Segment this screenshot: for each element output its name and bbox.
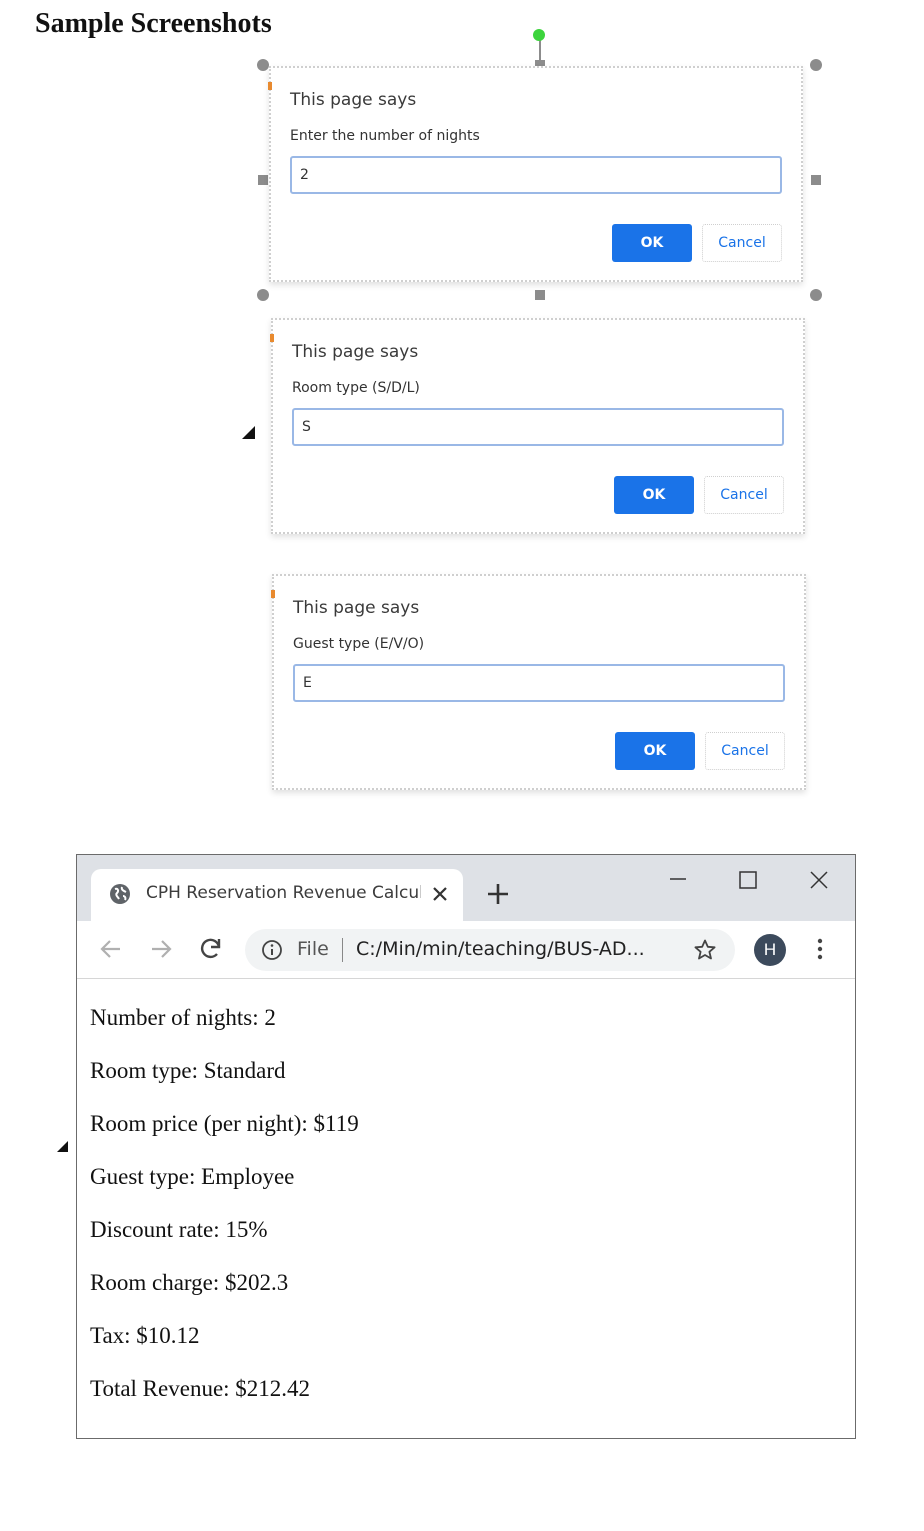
output-line-room-price: Room price (per night): $119	[90, 1111, 359, 1136]
tab-strip: CPH Reservation Revenue Calcula	[77, 855, 855, 921]
anchor-marker-icon	[57, 1141, 68, 1152]
dialog-title: This page says	[293, 598, 420, 618]
dialog-message: Room type (S/D/L)	[292, 380, 420, 396]
anchor-marker-icon	[242, 426, 255, 439]
browser-toolbar: File C:/Min/min/teaching/BUS-AD... H	[77, 921, 855, 979]
url-scheme-label: File	[297, 938, 329, 960]
ok-button[interactable]: OK	[615, 732, 695, 770]
url-separator	[342, 938, 343, 962]
cancel-button[interactable]: Cancel	[702, 224, 782, 262]
tab-cph-reservation[interactable]: CPH Reservation Revenue Calcula	[91, 869, 463, 921]
prompt-dialog-room-type: This page says Room type (S/D/L) OK Canc…	[270, 318, 805, 534]
url-text[interactable]: C:/Min/min/teaching/BUS-AD...	[356, 938, 666, 960]
forward-arrow-icon[interactable]	[147, 935, 175, 963]
output-line-discount-rate: Discount rate: 15%	[90, 1217, 268, 1242]
browser-window: CPH Reservation Revenue Calcula File C:/…	[76, 854, 856, 1439]
dialog-title: This page says	[292, 342, 419, 362]
cancel-button[interactable]: Cancel	[705, 732, 785, 770]
maximize-icon[interactable]	[735, 867, 761, 893]
dialog-message: Enter the number of nights	[290, 128, 480, 144]
room-type-input[interactable]	[292, 408, 784, 446]
cancel-button[interactable]: Cancel	[704, 476, 784, 514]
globe-icon	[110, 884, 130, 904]
dialog-marker	[268, 82, 272, 90]
dialog-marker	[270, 334, 274, 342]
dialog-message: Guest type (E/V/O)	[293, 636, 425, 652]
ok-button[interactable]: OK	[614, 476, 694, 514]
close-tab-icon[interactable]	[429, 883, 451, 905]
prompt-dialog-nights: This page says Enter the number of night…	[268, 66, 803, 282]
resize-handle-bottom[interactable]	[535, 290, 545, 300]
nights-input[interactable]	[290, 156, 782, 194]
rotation-handle-line	[539, 40, 541, 62]
output-line-nights: Number of nights: 2	[90, 1005, 276, 1030]
ok-button[interactable]: OK	[612, 224, 692, 262]
prompt-dialog-guest-type: This page says Guest type (E/V/O) OK Can…	[271, 574, 806, 790]
bookmark-star-icon[interactable]	[693, 938, 717, 962]
info-icon[interactable]	[261, 939, 283, 961]
resize-handle-left[interactable]	[258, 175, 268, 185]
output-line-room-charge: Room charge: $202.3	[90, 1270, 289, 1295]
rotation-handle[interactable]	[533, 29, 545, 41]
resize-handle-bottom-right[interactable]	[810, 289, 822, 301]
minimize-icon[interactable]	[665, 867, 691, 893]
resize-handle-top-left[interactable]	[257, 59, 269, 71]
profile-avatar[interactable]: H	[754, 934, 786, 966]
dialog-marker	[271, 590, 275, 598]
page-heading: Sample Screenshots	[35, 8, 272, 39]
output-line-guest-type: Guest type: Employee	[90, 1164, 295, 1189]
guest-type-input[interactable]	[293, 664, 785, 702]
resize-handle-top-right[interactable]	[810, 59, 822, 71]
close-window-icon[interactable]	[806, 867, 832, 893]
resize-handle-bottom-left[interactable]	[257, 289, 269, 301]
address-bar[interactable]: File C:/Min/min/teaching/BUS-AD...	[245, 929, 735, 971]
dialog-title: This page says	[290, 90, 417, 110]
back-arrow-icon[interactable]	[97, 935, 125, 963]
new-tab-icon[interactable]	[485, 881, 511, 907]
output-line-tax: Tax: $10.12	[90, 1323, 200, 1348]
menu-kebab-icon[interactable]	[814, 935, 826, 963]
output-line-total-revenue: Total Revenue: $212.42	[90, 1376, 311, 1401]
resize-handle-right[interactable]	[811, 175, 821, 185]
reload-icon[interactable]	[197, 935, 225, 963]
output-line-room-type: Room type: Standard	[90, 1058, 286, 1083]
tab-title: CPH Reservation Revenue Calcula	[146, 883, 421, 903]
